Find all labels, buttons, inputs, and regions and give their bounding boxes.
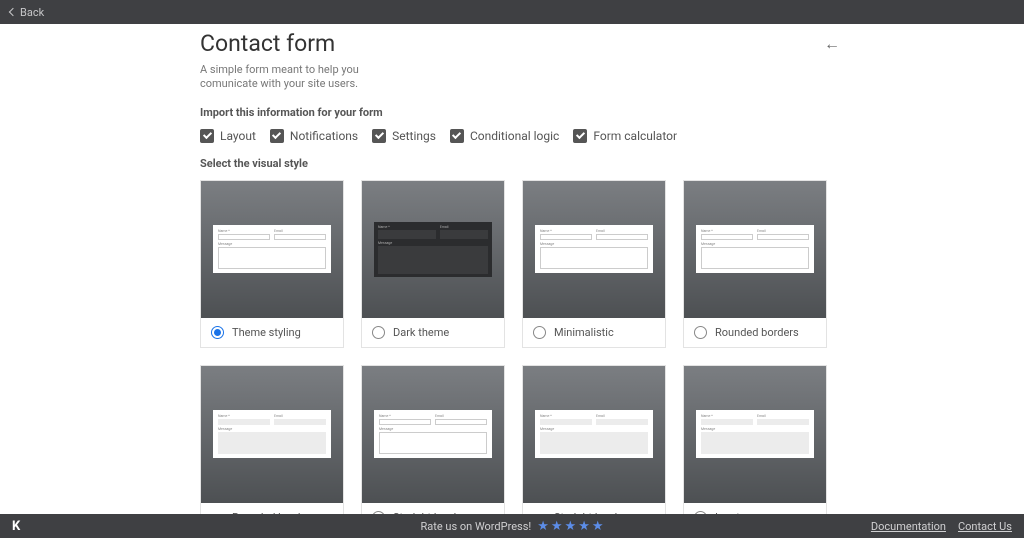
style-label: Rounded borders [715, 326, 799, 339]
rate-widget[interactable]: Rate us on WordPress! ★ ★ ★ ★ ★ [420, 519, 603, 534]
content-area: Contact form ← A simple form meant to he… [0, 24, 1024, 514]
check-label: Conditional logic [470, 129, 559, 143]
import-options: Layout Notifications Settings Conditiona… [200, 129, 840, 143]
back-button[interactable]: Back [10, 6, 44, 19]
star-icon: ★ [551, 519, 563, 534]
style-preview: Name * Email Message [201, 366, 343, 503]
star-icon: ★ [578, 519, 590, 534]
radio-icon [694, 326, 707, 339]
style-section-label: Select the visual style [200, 157, 840, 170]
style-radio-row[interactable]: Minimalistic [523, 318, 665, 347]
style-card[interactable]: Name * Email Message Rounded borders [683, 180, 827, 348]
style-card[interactable]: Name * Email Message Rounded borders gre… [200, 365, 344, 514]
contact-link[interactable]: Contact Us [958, 520, 1012, 533]
docs-link[interactable]: Documentation [871, 520, 946, 533]
style-label: Theme styling [232, 326, 301, 339]
check-label: Settings [392, 129, 436, 143]
star-icon: ★ [537, 519, 549, 534]
stars: ★ ★ ★ ★ ★ [537, 519, 603, 534]
rate-label: Rate us on WordPress! [420, 520, 531, 533]
style-radio-row[interactable]: Straight borders grey [523, 503, 665, 514]
style-preview: Name * Email Message [362, 181, 504, 318]
check-notifications[interactable]: Notifications [270, 129, 358, 143]
style-preview: Name * Email Message [684, 366, 826, 503]
checkbox-icon [200, 129, 214, 143]
checkbox-icon [450, 129, 464, 143]
star-icon: ★ [592, 519, 604, 534]
page-title: Contact form [200, 30, 335, 57]
check-label: Form calculator [593, 129, 677, 143]
check-label: Layout [220, 129, 256, 143]
style-card[interactable]: Name * Email Message Input grey [683, 365, 827, 514]
star-icon: ★ [565, 519, 577, 534]
check-label: Notifications [290, 129, 358, 143]
footer-links: Documentation Contact Us [871, 520, 1012, 533]
style-card[interactable]: Name * Email Message Theme styling [200, 180, 344, 348]
radio-icon [533, 326, 546, 339]
arrow-left-icon[interactable]: ← [824, 34, 840, 54]
style-radio-row[interactable]: Dark theme [362, 318, 504, 347]
logo-icon: K [12, 519, 20, 534]
style-preview: Name * Email Message [523, 181, 665, 318]
checkbox-icon [573, 129, 587, 143]
chevron-left-icon [9, 8, 17, 16]
check-settings[interactable]: Settings [372, 129, 436, 143]
style-grid: Name * Email Message Theme styling Name … [200, 180, 840, 514]
import-section-label: Import this information for your form [200, 106, 840, 119]
style-radio-row[interactable]: Input grey [684, 503, 826, 514]
check-layout[interactable]: Layout [200, 129, 256, 143]
style-label: Minimalistic [554, 326, 614, 339]
style-card[interactable]: Name * Email Message Minimalistic [522, 180, 666, 348]
check-conditional[interactable]: Conditional logic [450, 129, 559, 143]
check-calculator[interactable]: Form calculator [573, 129, 677, 143]
style-preview: Name * Email Message [684, 181, 826, 318]
back-label: Back [20, 6, 44, 19]
style-radio-row[interactable]: Theme styling [201, 318, 343, 347]
radio-icon [211, 326, 224, 339]
radio-icon [372, 326, 385, 339]
page-subtitle: A simple form meant to help you comunica… [200, 63, 400, 92]
style-radio-row[interactable]: Straight borders [362, 503, 504, 514]
style-radio-row[interactable]: Rounded borders [684, 318, 826, 347]
bottom-bar: K Rate us on WordPress! ★ ★ ★ ★ ★ Docume… [0, 514, 1024, 538]
style-preview: Name * Email Message [201, 181, 343, 318]
style-card[interactable]: Name * Email Message Straight borders gr… [522, 365, 666, 514]
checkbox-icon [372, 129, 386, 143]
style-card[interactable]: Name * Email Message Straight borders [361, 365, 505, 514]
style-radio-row[interactable]: Rounded borders grey [201, 503, 343, 514]
checkbox-icon [270, 129, 284, 143]
style-preview: Name * Email Message [523, 366, 665, 503]
style-preview: Name * Email Message [362, 366, 504, 503]
style-card[interactable]: Name * Email Message Dark theme [361, 180, 505, 348]
style-label: Dark theme [393, 326, 449, 339]
top-bar: Back [0, 0, 1024, 24]
